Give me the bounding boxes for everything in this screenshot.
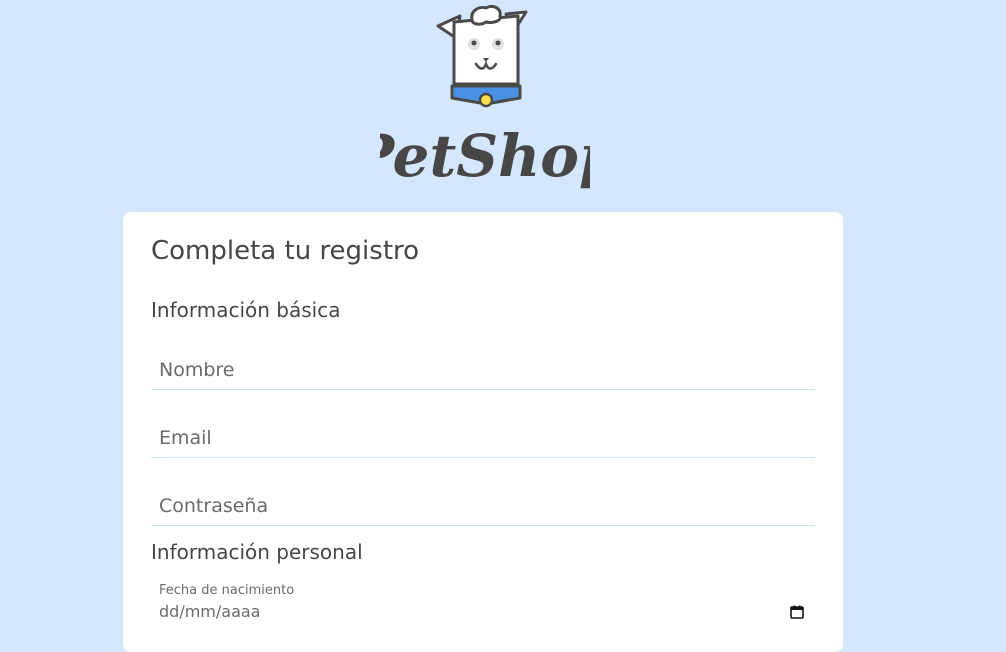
page-title: Completa tu registro [151,236,420,266]
name-input[interactable] [151,350,815,389]
calendar-icon[interactable] [790,605,804,619]
email-field [151,418,815,458]
name-field [151,350,815,390]
password-input[interactable] [151,486,815,525]
brand-wordmark: PetShop [380,122,590,190]
basic-info-heading: Información básica [151,298,341,322]
registration-card: Completa tu registro Información básica … [123,212,843,652]
birthdate-input[interactable]: dd/mm/aaaa [159,602,260,621]
email-input[interactable] [151,418,815,457]
password-field [151,486,815,526]
personal-info-heading: Información personal [151,540,363,564]
brand-header: PetShop [0,0,1006,210]
birthdate-label: Fecha de nacimiento [159,583,295,598]
brand-name: PetShop [380,122,590,190]
dog-logo-icon [436,4,528,108]
birthdate-field[interactable]: Fecha de nacimiento dd/mm/aaaa [151,580,815,636]
